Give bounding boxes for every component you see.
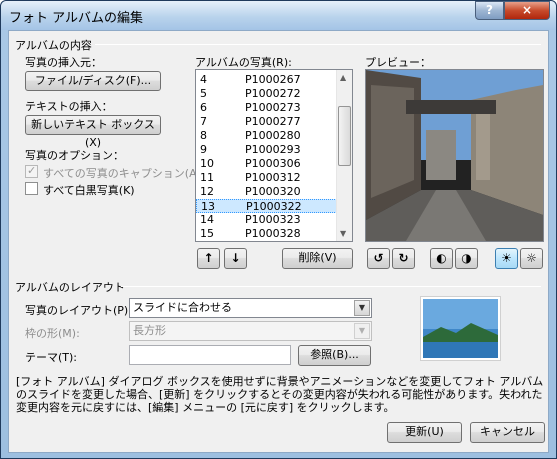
list-item[interactable]: 5 P1000272	[196, 87, 337, 101]
preview-label: プレビュー：	[365, 56, 431, 69]
list-item[interactable]: 7 P1000277	[196, 115, 337, 129]
close-button[interactable]: ×	[504, 1, 550, 20]
frame-shape-value: 長方形	[133, 324, 166, 337]
group-divider	[95, 44, 541, 45]
chevron-down-icon[interactable]: ▼	[354, 300, 370, 316]
insert-picture-label: 写真の挿入元：	[25, 56, 102, 69]
list-item[interactable]: 8 P1000280	[196, 129, 337, 143]
dialog-window: フォト アルバムの編集 ? × アルバムの内容 写真の挿入元： ファイル/ディス…	[0, 0, 557, 459]
title-bar: フォト アルバムの編集 ? ×	[1, 1, 556, 30]
help-button[interactable]: ?	[475, 1, 504, 20]
captions-checkbox[interactable]: ✓	[25, 164, 38, 178]
list-item[interactable]: 4 P1000267	[196, 73, 337, 87]
list-item[interactable]: 15 P1000328	[196, 227, 337, 241]
frame-shape-select[interactable]: 長方形 ▼	[129, 321, 372, 341]
theme-input[interactable]	[129, 345, 291, 365]
list-item[interactable]: 12 P1000320	[196, 185, 337, 199]
album-content-heading: アルバムの内容	[15, 39, 92, 52]
captions-checkbox-label: すべての写真のキャプション(A)	[43, 167, 201, 180]
insert-text-label: テキストの挿入：	[25, 100, 113, 113]
move-down-button[interactable]: ↓	[224, 248, 247, 269]
window-title: フォト アルバムの編集	[9, 11, 144, 26]
frame-shape-label: 枠の形(M):	[25, 327, 80, 340]
move-up-button[interactable]: ↑	[197, 248, 220, 269]
picture-layout-select[interactable]: スライドに合わせる ▼	[129, 298, 372, 318]
bw-checkbox-label: すべて白黒写真(K)	[43, 184, 135, 197]
new-textbox-button[interactable]: 新しいテキスト ボックス(X)	[25, 115, 161, 149]
description-text: [フォト アルバム] ダイアログ ボックスを使用せずに背景やアニメーションなどを…	[16, 375, 544, 414]
browse-button[interactable]: 参照(B)...	[298, 345, 371, 366]
contrast-decrease-icon[interactable]: ◑	[455, 248, 478, 269]
chevron-down-icon[interactable]: ▼	[354, 323, 370, 339]
album-pictures-list[interactable]: 4 P1000267 5 P1000272 6 P1000273 7 P1000277 …	[195, 69, 353, 242]
remove-button[interactable]: 削除(V)	[282, 248, 353, 269]
theme-label: テーマ(T):	[25, 351, 78, 364]
list-item[interactable]: 9 P1000293	[196, 143, 337, 157]
bw-checkbox[interactable]	[25, 182, 38, 195]
brightness-increase-icon[interactable]: ☀	[495, 248, 518, 269]
rotate-right-icon[interactable]: ↻	[392, 248, 415, 269]
picture-layout-value: スライドに合わせる	[133, 301, 232, 314]
album-layout-heading: アルバムのレイアウト	[15, 281, 125, 294]
list-item[interactable]: 10 P1000306	[196, 157, 337, 171]
dialog-body: アルバムの内容 写真の挿入元： ファイル/ディスク(F)... テキストの挿入：…	[8, 30, 549, 453]
preview-pane	[365, 69, 544, 242]
brightness-decrease-icon[interactable]: ☼	[520, 248, 543, 269]
scroll-up-icon[interactable]: ▲	[340, 73, 346, 82]
group-divider	[121, 286, 541, 287]
file-disk-button[interactable]: ファイル/ディスク(F)...	[25, 71, 161, 91]
list-item[interactable]: 6 P1000273	[196, 101, 337, 115]
picture-layout-label: 写真のレイアウト(P):	[25, 304, 132, 317]
check-icon: ✓	[27, 164, 37, 177]
list-item[interactable]: 11 P1000312	[196, 171, 337, 185]
album-pictures-label: アルバムの写真(R):	[195, 56, 292, 69]
options-label: 写真のオプション：	[25, 149, 124, 162]
scroll-thumb[interactable]	[338, 106, 351, 166]
list-item[interactable]: 14 P1000323	[196, 213, 337, 227]
list-item-selected[interactable]: 13 P1000322	[196, 199, 337, 213]
list-scrollbar[interactable]: ▲ ▼	[336, 70, 352, 241]
layout-preview-thumbnail	[420, 296, 501, 361]
update-button[interactable]: 更新(U)	[387, 422, 462, 443]
preview-image	[366, 70, 543, 241]
rotate-left-icon[interactable]: ↺	[367, 248, 390, 269]
scroll-down-icon[interactable]: ▼	[340, 229, 346, 238]
contrast-increase-icon[interactable]: ◐	[430, 248, 453, 269]
layout-preview-image	[421, 297, 500, 360]
cancel-button[interactable]: キャンセル	[470, 422, 545, 443]
